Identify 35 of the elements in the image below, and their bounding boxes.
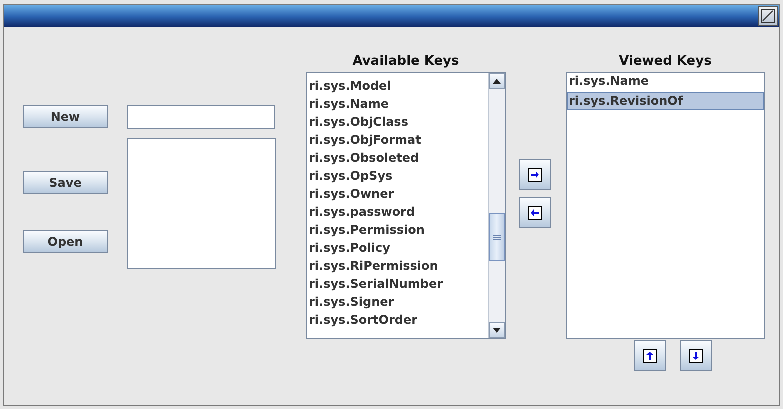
list-item[interactable]: ri.sys.Name: [307, 97, 488, 115]
list-item[interactable]: ri.sys.password: [307, 205, 488, 223]
list-item[interactable]: ri.sys.SortOrder: [307, 313, 488, 331]
list-item[interactable]: ri.sys.ObjFormat: [307, 133, 488, 151]
list-item[interactable]: ri.sys.Owner: [307, 187, 488, 205]
list-item[interactable]: ri.sys.Policy: [307, 241, 488, 259]
maximize-button[interactable]: [758, 6, 778, 26]
up-triangle-icon: [493, 78, 501, 84]
move-up-button[interactable]: [634, 340, 666, 371]
list-item[interactable]: ri.sys.Name: [567, 74, 764, 92]
scroll-down-button[interactable]: [489, 322, 505, 338]
list-item[interactable]: ri.sys.SerialNumber: [307, 277, 488, 295]
scroll-up-button[interactable]: [489, 73, 505, 89]
add-key-button[interactable]: [519, 159, 551, 190]
remove-key-button[interactable]: [519, 197, 551, 228]
list-heading: Viewed Keys: [618, 53, 713, 71]
name-input-field[interactable]: [127, 105, 275, 129]
list-heading: Available Keys: [352, 53, 460, 71]
list-item[interactable]: ri.sys.RiPermission: [307, 259, 488, 277]
move-down-button[interactable]: [680, 340, 712, 371]
action-button[interactable]: Open: [23, 230, 108, 253]
list-item[interactable]: ri.sys.Permission: [307, 223, 488, 241]
maximize-icon: [761, 9, 775, 23]
scroll-thumb[interactable]: [489, 213, 505, 261]
grip-icon: [493, 234, 501, 240]
down-triangle-icon: [493, 328, 501, 332]
list-item[interactable]: ri.sys.Model: [307, 79, 488, 97]
list-item[interactable]: ri.sys.OpSys: [307, 169, 488, 187]
description-text-area[interactable]: [127, 138, 276, 269]
list-item[interactable]: ri.sys.ObjClass: [307, 115, 488, 133]
action-button[interactable]: New: [23, 105, 108, 128]
list-item[interactable]: ri.sys.Obsoleted: [307, 151, 488, 169]
action-button[interactable]: Save: [23, 171, 108, 194]
list-item[interactable]: ri.sys.RevisionOf: [567, 92, 764, 110]
list-item[interactable]: ri.sys.Signer: [307, 295, 488, 313]
